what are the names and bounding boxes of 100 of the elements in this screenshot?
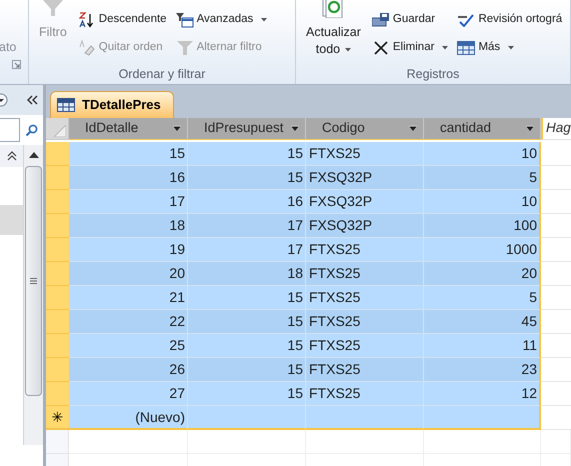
- row-selector[interactable]: [46, 286, 69, 310]
- row-selector[interactable]: [46, 358, 69, 382]
- table-cell: 15: [188, 310, 306, 334]
- table-cell: FXSQ32P: [306, 166, 424, 190]
- table-cell: FTXS25: [306, 382, 424, 406]
- dropdown-arrow-icon[interactable]: [173, 126, 181, 132]
- table-cell: 20: [424, 262, 541, 286]
- scroll-thumb[interactable]: [25, 166, 42, 396]
- column-header[interactable]: IdPresupuest: [188, 118, 306, 140]
- sort-descending-icon: [78, 12, 95, 28]
- table-cell: 21: [69, 286, 188, 310]
- ribbon-button[interactable]: Avanzadas: [176, 9, 268, 31]
- search-field[interactable]: [0, 118, 20, 142]
- row-selector[interactable]: [46, 238, 69, 262]
- ribbon-button[interactable]: Revisión ortográ: [457, 9, 562, 31]
- table-cell: 23: [424, 358, 541, 382]
- funnel-icon: [176, 41, 193, 55]
- table-cell: 45: [424, 310, 541, 334]
- collapse-up-icon[interactable]: [6, 151, 16, 161]
- table-cell: (Nuevo): [69, 406, 188, 430]
- table-cell: 18: [188, 262, 306, 286]
- row-selector[interactable]: [46, 310, 69, 334]
- table-cell: 20: [69, 262, 188, 286]
- dropdown-arrow-icon[interactable]: [409, 126, 417, 132]
- eraser-icon: [78, 40, 95, 56]
- table-icon: [457, 41, 476, 55]
- table-cell: 16: [69, 166, 188, 190]
- row-selector[interactable]: [46, 262, 69, 286]
- row-selector[interactable]: [46, 430, 69, 454]
- column-header[interactable]: cantidad: [424, 118, 541, 140]
- table-cell: 17: [69, 190, 188, 214]
- table-cell: FTXS25: [306, 286, 424, 310]
- table-cell: 16: [188, 190, 306, 214]
- column-header[interactable]: Hag: [541, 118, 571, 140]
- table-cell: 25: [69, 334, 188, 358]
- select-all-icon[interactable]: [54, 125, 66, 137]
- dropdown-arrow-icon[interactable]: [526, 126, 534, 132]
- ribbon-button[interactable]: Descendente: [78, 9, 167, 31]
- column-header[interactable]: IdDetalle: [69, 118, 188, 140]
- table-cell: FTXS25: [306, 310, 424, 334]
- row-selector[interactable]: [46, 190, 69, 214]
- row-selector[interactable]: [46, 166, 69, 190]
- table-cell: 15: [188, 166, 306, 190]
- table-cell: 19: [69, 238, 188, 262]
- table-cell: 17: [188, 238, 306, 262]
- dialog-launcher-icon[interactable]: [12, 60, 20, 69]
- table-cell: 100: [424, 214, 541, 238]
- table-cell: 1000: [424, 238, 541, 262]
- table-cell: 22: [69, 310, 188, 334]
- table-cell: 18: [69, 214, 188, 238]
- table-cell: 17: [188, 214, 306, 238]
- spelling-check-icon: [457, 13, 476, 27]
- table-cell: FTXS25: [306, 358, 424, 382]
- collapse-icon[interactable]: [27, 95, 39, 105]
- group-label: Ordenar y filtrar: [118, 66, 206, 83]
- save-icon: [372, 13, 390, 27]
- table-cell: 15: [188, 334, 306, 358]
- dropdown-caret-icon: [442, 46, 448, 50]
- dropdown-caret-icon: [345, 48, 352, 52]
- table-cell: 15: [188, 286, 306, 310]
- table-cell: 5: [424, 286, 541, 310]
- ribbon-button[interactable]: Más: [457, 37, 562, 59]
- table-cell: 10: [424, 190, 541, 214]
- table-cell: FXSQ32P: [306, 190, 424, 214]
- scrollbar[interactable]: [23, 145, 43, 445]
- dropdown-caret-icon: [261, 18, 268, 22]
- table-cell: 10: [424, 142, 541, 166]
- ribbon-button[interactable]: Eliminar: [372, 37, 448, 59]
- dropdown-caret-icon: [508, 46, 514, 50]
- new-record-marker[interactable]: ✳: [46, 406, 69, 430]
- table-icon: [57, 98, 75, 112]
- advanced-filter-icon: [176, 12, 194, 28]
- table-cell: FTXS25: [306, 262, 424, 286]
- table-cell: 5: [424, 166, 541, 190]
- row-selector[interactable]: [46, 214, 69, 238]
- table-cell: FTXS25: [306, 334, 424, 358]
- row-selector[interactable]: [46, 142, 69, 166]
- table-cell: 15: [188, 382, 306, 406]
- table-cell: 12: [424, 382, 541, 406]
- scroll-up-icon[interactable]: [28, 152, 38, 158]
- table-cell: 15: [69, 142, 188, 166]
- document-tab[interactable]: TDetallePres: [50, 91, 174, 118]
- table-cell: [541, 430, 571, 454]
- row-selector[interactable]: [46, 334, 69, 358]
- table-cell: 15: [188, 358, 306, 382]
- grip-icon: [30, 278, 37, 284]
- group-label: Registros: [406, 66, 460, 83]
- table-cell: 15: [188, 142, 306, 166]
- column-header[interactable]: Codigo: [306, 118, 424, 140]
- close-icon: [374, 41, 388, 55]
- row-selector[interactable]: [46, 382, 69, 406]
- search-icon[interactable]: [25, 124, 38, 136]
- table-cell: FTXS25: [306, 142, 424, 166]
- table-cell: FXSQ32P: [306, 214, 424, 238]
- selected-item[interactable]: [0, 205, 23, 235]
- dropdown-arrow-icon[interactable]: [291, 126, 299, 132]
- large-ribbon-button[interactable]: Actualizar todo: [304, 0, 363, 64]
- ribbon-button[interactable]: Guardar: [372, 9, 448, 31]
- refresh-icon: [321, 0, 346, 18]
- funnel-icon: [42, 0, 63, 16]
